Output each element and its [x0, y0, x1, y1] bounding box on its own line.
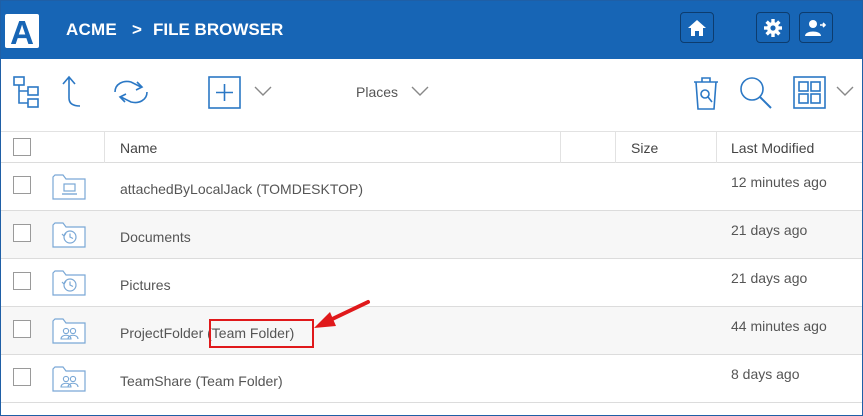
- file-last-modified: 21 days ago: [731, 222, 808, 238]
- breadcrumb-current: FILE BROWSER: [153, 20, 284, 39]
- row-checkbox[interactable]: [13, 320, 31, 338]
- chevron-down-icon: [254, 86, 272, 96]
- column-divider[interactable]: [716, 132, 717, 163]
- chevron-down-icon: [836, 86, 854, 96]
- column-header-last-modified[interactable]: Last Modified: [731, 140, 814, 156]
- chevron-down-icon: [411, 86, 429, 96]
- user-logout-icon: [805, 19, 827, 36]
- gear-icon: [764, 18, 782, 37]
- select-all-checkbox[interactable]: [13, 138, 31, 156]
- app-header: A: [1, 1, 862, 59]
- home-button[interactable]: [680, 12, 714, 43]
- places-dropdown-label[interactable]: Places: [356, 84, 398, 100]
- view-mode-button[interactable]: [793, 76, 826, 109]
- grid-view-icon: [793, 76, 826, 109]
- recycle-bin-button[interactable]: [691, 74, 721, 112]
- file-row[interactable]: ProjectFolder (Team Folder) 44 minutes a…: [1, 307, 862, 355]
- file-row[interactable]: Documents 21 days ago: [1, 211, 862, 259]
- new-item-button[interactable]: [208, 76, 241, 109]
- tree-view-button[interactable]: [12, 74, 44, 110]
- file-name[interactable]: Pictures: [120, 277, 171, 293]
- file-last-modified: 21 days ago: [731, 270, 808, 286]
- acme-logo[interactable]: A: [5, 14, 39, 51]
- drive-folder-icon: [52, 174, 86, 200]
- column-header-size[interactable]: Size: [631, 140, 658, 156]
- annotation-highlight-box: [209, 319, 314, 348]
- file-name[interactable]: attachedByLocalJack (TOMDESKTOP): [120, 181, 363, 197]
- file-last-modified: 12 minutes ago: [731, 174, 827, 190]
- history-folder-icon: [52, 222, 86, 248]
- history-folder-icon: [52, 270, 86, 296]
- row-checkbox[interactable]: [13, 176, 31, 194]
- column-divider[interactable]: [615, 132, 616, 163]
- refresh-button[interactable]: [109, 74, 153, 110]
- folder-tree-icon: [13, 76, 39, 108]
- up-level-button[interactable]: [58, 74, 84, 110]
- file-row[interactable]: Pictures 21 days ago: [1, 259, 862, 307]
- file-row[interactable]: attachedByLocalJack (TOMDESKTOP) 12 minu…: [1, 163, 862, 211]
- level-up-arrow-icon: [62, 75, 81, 107]
- user-menu-button[interactable]: [799, 12, 833, 43]
- breadcrumb-separator: >: [132, 20, 142, 39]
- sync-refresh-icon: [114, 80, 148, 104]
- column-divider[interactable]: [104, 132, 105, 163]
- row-checkbox[interactable]: [13, 368, 31, 386]
- column-header-name[interactable]: Name: [120, 140, 157, 156]
- file-table-header: Name Size Last Modified: [1, 131, 862, 163]
- brand-name[interactable]: ACME: [66, 20, 117, 40]
- search-button[interactable]: [738, 75, 774, 111]
- new-item-dropdown[interactable]: [254, 84, 272, 98]
- search-icon: [740, 77, 772, 109]
- row-checkbox[interactable]: [13, 272, 31, 290]
- plus-square-icon: [208, 76, 241, 109]
- team-folder-icon: [52, 366, 86, 392]
- annotation-arrow-icon: [314, 300, 370, 328]
- file-name[interactable]: TeamShare (Team Folder): [120, 373, 283, 389]
- logo-letter: A: [10, 14, 34, 48]
- home-icon: [688, 19, 706, 36]
- column-divider[interactable]: [560, 132, 561, 163]
- view-mode-dropdown[interactable]: [836, 84, 854, 98]
- row-checkbox[interactable]: [13, 224, 31, 242]
- file-last-modified: 44 minutes ago: [731, 318, 827, 334]
- file-last-modified: 8 days ago: [731, 366, 800, 382]
- trash-search-icon: [694, 77, 718, 110]
- file-name[interactable]: Documents: [120, 229, 191, 245]
- team-folder-icon: [52, 318, 86, 344]
- file-row[interactable]: TeamShare (Team Folder) 8 days ago: [1, 355, 862, 403]
- places-dropdown[interactable]: [411, 84, 429, 98]
- settings-button[interactable]: [756, 12, 790, 43]
